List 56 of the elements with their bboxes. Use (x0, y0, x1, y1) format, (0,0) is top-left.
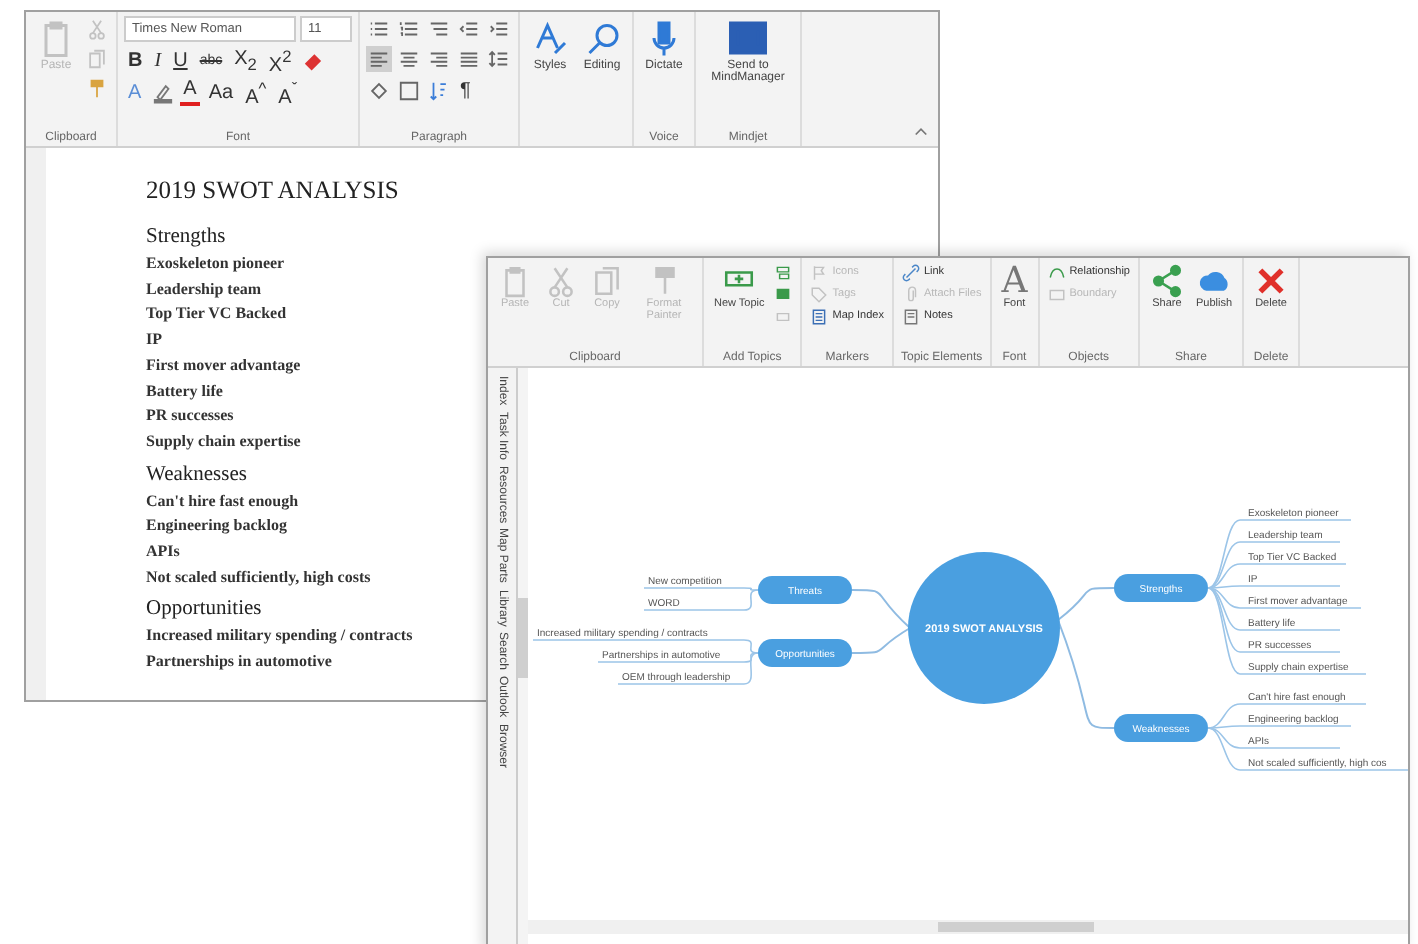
relationship-line-icon (1047, 263, 1066, 281)
callout-icon (774, 285, 793, 303)
list-item: IP (146, 328, 162, 353)
list-item: Top Tier VC Backed (146, 302, 287, 327)
format-button[interactable]: X$^{2}$ (264, 46, 296, 74)
format-button[interactable]: Aa (204, 78, 238, 106)
format-button[interactable]: ¶ (456, 76, 475, 104)
section-heading: Weaknesses (146, 461, 247, 490)
share-icon (1149, 264, 1184, 298)
list-item: Supply chain expertise (146, 429, 301, 454)
styles-icon (530, 18, 570, 58)
line-spacing-button[interactable] (486, 46, 512, 72)
format-button[interactable]: B (124, 46, 147, 74)
numbered-list-button[interactable] (396, 16, 422, 42)
tag-icon (810, 285, 829, 303)
format-button[interactable]: X$_{2}$ (230, 46, 261, 74)
delete-cross-icon (1254, 264, 1289, 298)
ribbon-button[interactable] (772, 284, 795, 304)
highlighter-button[interactable] (149, 79, 176, 105)
format-button[interactable]: I (150, 46, 166, 74)
list-item: First mover advantage (146, 353, 301, 378)
ribbon-button[interactable] (772, 262, 795, 282)
scissors-icon (544, 264, 578, 298)
align-left-button[interactable] (366, 46, 392, 72)
document-title: 2019 SWOT ANALYSIS (146, 176, 399, 206)
floating-topic-icon (774, 307, 793, 325)
list-item: PR successes (146, 404, 234, 429)
list-item: Partnerships in automotive (146, 650, 332, 675)
link-icon (901, 263, 920, 281)
list-item: Exoskeleton pioneer (146, 252, 285, 276)
scrollbar-thumb[interactable] (518, 598, 528, 678)
copy-icon (590, 264, 624, 298)
flag-icon (810, 263, 829, 281)
format-button[interactable]: A$^{ˇ}$ (274, 78, 302, 106)
list-item: Can't hire fast enough (146, 489, 299, 514)
list-item: Battery life (146, 379, 223, 404)
list-item: APIs (146, 540, 180, 565)
list-item: Not scaled sufficiently, high costs (146, 565, 371, 590)
format-button[interactable]: U (169, 46, 192, 74)
app-logo-icon (728, 18, 768, 58)
note-icon (901, 307, 920, 325)
format-button[interactable]: A (179, 79, 201, 105)
section-heading: Strengths (146, 224, 226, 252)
scrollbar-thumb[interactable] (938, 922, 1094, 932)
format-button[interactable]: A$^{^}$ (241, 78, 271, 106)
subtopic-icon (774, 263, 793, 281)
boundary-icon (1047, 285, 1066, 303)
list-item: Increased military spending / contracts (146, 624, 413, 649)
sort-button[interactable] (426, 77, 452, 103)
border-button[interactable] (396, 77, 422, 103)
paint-bucket-button[interactable] (366, 77, 392, 103)
list-item: Engineering backlog (146, 514, 287, 539)
section-heading: Opportunities (146, 596, 262, 625)
collapse-caret-icon[interactable] (914, 124, 928, 138)
list-item: Leadership team (146, 277, 262, 302)
index-icon (810, 307, 829, 325)
